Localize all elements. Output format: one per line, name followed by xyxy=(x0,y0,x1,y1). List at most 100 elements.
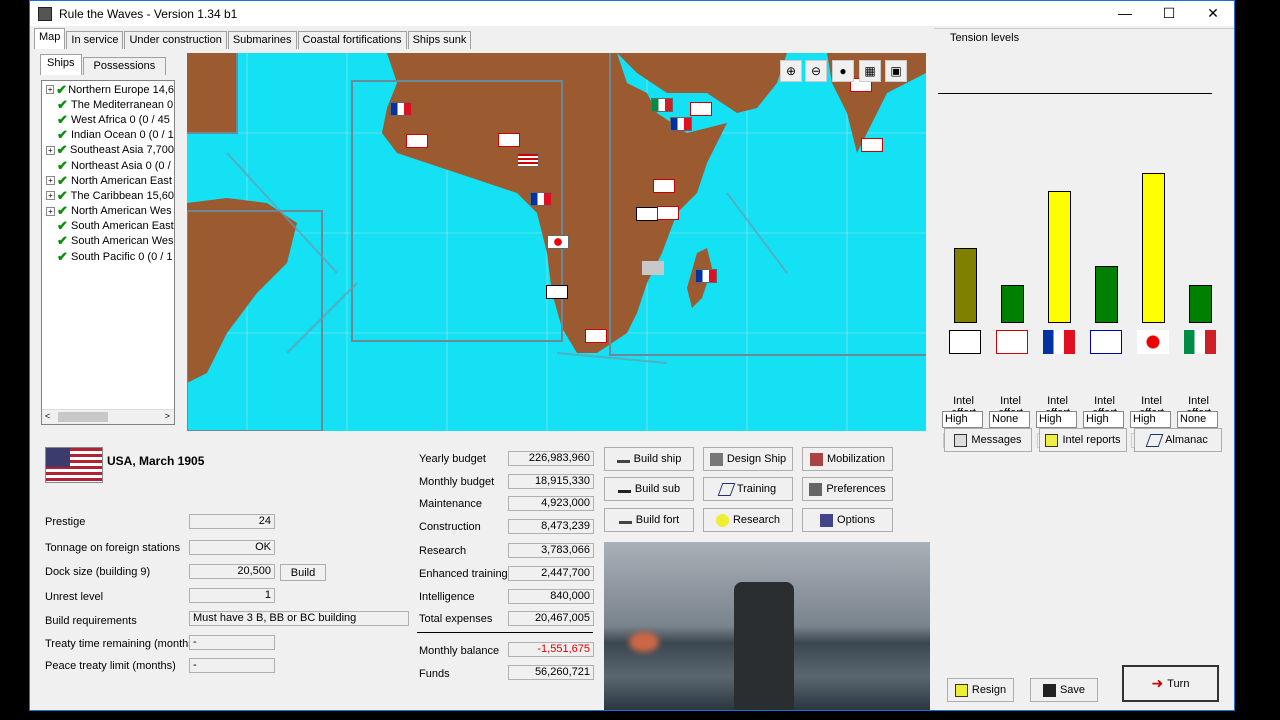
tab-in-service[interactable]: In service xyxy=(66,31,124,49)
intel-effort-value[interactable]: High xyxy=(1083,411,1124,428)
japan-flag-icon[interactable] xyxy=(547,235,569,249)
build-sub-button[interactable]: Build sub xyxy=(604,477,694,501)
tree-item[interactable]: + ✔ The Caribbean 15,60 xyxy=(42,188,174,203)
close-button[interactable]: ✕ xyxy=(1191,1,1235,26)
intel-effort-value[interactable]: High xyxy=(1130,411,1171,428)
tension-title: Tension levels xyxy=(950,32,1020,44)
flag-box-icon[interactable]: ▣ xyxy=(885,60,907,82)
intel-effort-value[interactable]: High xyxy=(942,411,983,428)
tree-item[interactable]: + ✔ Southeast Asia 7,700 xyxy=(42,143,174,158)
france-flag-icon[interactable] xyxy=(530,192,552,206)
germany-flag-icon[interactable] xyxy=(546,285,568,299)
check-icon: ✔ xyxy=(57,218,68,234)
preferences-button[interactable]: Preferences xyxy=(802,477,893,501)
scroll-thumb[interactable] xyxy=(58,412,108,422)
tree-item[interactable]: + ✔ Northern Europe 14,6 xyxy=(42,82,174,97)
messages-icon xyxy=(954,433,968,447)
britain-flag-icon[interactable] xyxy=(585,329,607,343)
maximize-button[interactable]: ☐ xyxy=(1147,1,1191,26)
save-button[interactable]: Save xyxy=(1030,678,1098,702)
flag-grid-icon[interactable]: ▦ xyxy=(859,60,881,82)
japan-flag-icon[interactable] xyxy=(1137,330,1169,354)
intelligence-value: 840,000 xyxy=(508,589,594,604)
britain-flag-icon[interactable] xyxy=(653,179,675,193)
tree-item[interactable]: ✔ West Africa 0 (0 / 45 xyxy=(42,112,174,127)
minimize-button[interactable]: — xyxy=(1103,1,1147,26)
expand-icon[interactable]: + xyxy=(46,206,55,216)
tree-item-label: South American Wes xyxy=(71,235,174,248)
check-icon: ✔ xyxy=(57,203,68,219)
tab-map[interactable]: Map xyxy=(34,28,66,49)
app-window: Rule the Waves - Version 1.34 b1 — ☐ ✕ M… xyxy=(29,0,1235,711)
tab-ships-sunk[interactable]: Ships sunk xyxy=(407,31,472,49)
germany-flag-icon[interactable] xyxy=(949,330,981,354)
training-button[interactable]: Training xyxy=(703,477,793,501)
tree-item[interactable]: ✔ South American Wes xyxy=(42,234,174,249)
zoom-out-icon[interactable]: ⊖ xyxy=(805,60,827,82)
france-flag-icon[interactable] xyxy=(670,117,692,131)
build-fort-button[interactable]: Build fort xyxy=(604,508,694,532)
france-flag-icon[interactable] xyxy=(1043,330,1075,354)
tree-item[interactable]: ✔ Northeast Asia 0 (0 / xyxy=(42,158,174,173)
intel-effort-value[interactable]: None xyxy=(1177,411,1218,428)
mobilization-label: Mobilization xyxy=(826,453,886,465)
options-button[interactable]: Options xyxy=(802,508,893,532)
messages-button[interactable]: Messages xyxy=(944,428,1032,452)
preferences-label: Preferences xyxy=(826,483,886,495)
resign-icon xyxy=(954,683,968,697)
tension-bar xyxy=(1095,266,1118,323)
tab-under-construction[interactable]: Under construction xyxy=(124,31,227,49)
world-map[interactable] xyxy=(187,53,926,431)
britain-flag-icon[interactable] xyxy=(406,134,428,148)
dock-label: Dock size (building 9) xyxy=(45,566,151,578)
britain-flag-icon[interactable] xyxy=(861,138,883,152)
tension-bar xyxy=(1001,285,1024,323)
usa-flag-icon[interactable] xyxy=(517,153,539,167)
scroll-right-icon[interactable]: > xyxy=(165,411,170,421)
mobilization-button[interactable]: Mobilization xyxy=(802,447,893,471)
design-ship-button[interactable]: Design Ship xyxy=(703,447,793,471)
resign-button[interactable]: Resign xyxy=(947,678,1014,702)
intel-reports-button[interactable]: Intel reports xyxy=(1039,428,1127,452)
britain-flag-icon[interactable] xyxy=(690,102,712,116)
expand-icon[interactable]: + xyxy=(46,85,55,95)
britain-flag-icon[interactable] xyxy=(996,330,1028,354)
zoom-in-icon[interactable]: ⊕ xyxy=(780,60,802,82)
tree-item[interactable]: ✔ South American East xyxy=(42,219,174,234)
research-button[interactable]: Research xyxy=(703,508,793,532)
build-ship-button[interactable]: Build ship xyxy=(604,447,694,471)
almanac-button[interactable]: Almanac xyxy=(1134,428,1222,452)
drop-icon[interactable]: ● xyxy=(832,60,854,82)
tree-item[interactable]: ✔ South Pacific 0 (0 / 1 xyxy=(42,249,174,264)
tree-item[interactable]: + ✔ North American East xyxy=(42,173,174,188)
france-flag-icon[interactable] xyxy=(390,102,412,116)
expand-icon[interactable]: + xyxy=(46,176,55,186)
expand-icon[interactable]: + xyxy=(46,191,55,201)
tree-item-label: The Mediterranean 0 xyxy=(71,98,174,111)
check-icon: ✔ xyxy=(57,112,68,127)
italy-flag-icon[interactable] xyxy=(651,98,673,112)
horizontal-scrollbar[interactable]: < > xyxy=(42,409,174,424)
tab-coastal-fortifications[interactable]: Coastal fortifications xyxy=(297,31,407,49)
france-flag-icon[interactable] xyxy=(695,269,717,283)
intel-effort-value[interactable]: None xyxy=(989,411,1030,428)
scroll-left-icon[interactable]: < xyxy=(45,411,50,421)
russia-flag-icon[interactable] xyxy=(1090,330,1122,354)
expand-icon[interactable]: + xyxy=(46,145,55,155)
tab-possessions[interactable]: Possessions xyxy=(82,57,167,75)
britain-flag-icon[interactable] xyxy=(498,133,520,147)
intel-effort-value[interactable]: High xyxy=(1036,411,1077,428)
tab-ships[interactable]: Ships xyxy=(40,54,82,75)
tree-item[interactable]: ✔ The Mediterranean 0 xyxy=(42,97,174,112)
italy-flag-icon[interactable] xyxy=(1184,330,1216,354)
tab-submarines[interactable]: Submarines xyxy=(227,31,297,49)
build-requirements-label: Build requirements xyxy=(45,615,137,627)
tonnage-label: Tonnage on foreign stations xyxy=(45,542,181,554)
tree-item[interactable]: ✔ Indian Ocean 0 (0 / 1 xyxy=(42,128,174,143)
britain-flag-icon[interactable] xyxy=(657,206,679,220)
training-icon xyxy=(717,482,736,496)
germany-flag-icon[interactable] xyxy=(636,207,658,221)
turn-button[interactable]: ➜ Turn xyxy=(1122,665,1219,702)
build-dock-button[interactable]: Build xyxy=(280,564,326,581)
tree-item[interactable]: + ✔ North American Wes xyxy=(42,204,174,219)
